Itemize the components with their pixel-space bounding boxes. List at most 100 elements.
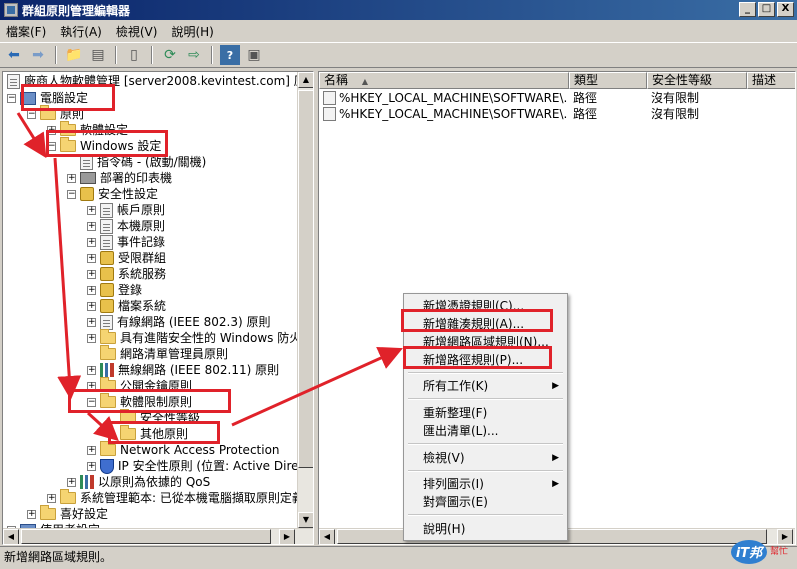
forward-icon[interactable]: ➡ <box>28 45 48 65</box>
expand-icon[interactable]: + <box>27 509 36 519</box>
tree-item-network-list[interactable]: 網路清單管理員原則 <box>87 345 228 362</box>
expand-icon[interactable]: + <box>87 365 96 375</box>
expand-icon[interactable]: + <box>47 125 56 135</box>
svg-text:幫忙: 幫忙 <box>770 545 788 557</box>
expand-icon[interactable]: + <box>87 317 96 327</box>
tree-item-software-settings[interactable]: + 軟體設定 <box>47 121 128 138</box>
tree-item-wired-network[interactable]: + 有線網路 (IEEE 802.3) 原則 <box>87 314 270 330</box>
tree-item-system-services[interactable]: + 系統服務 <box>87 266 166 282</box>
column-header-description[interactable]: 描述 <box>747 72 795 89</box>
column-header-type[interactable]: 類型 <box>569 72 647 89</box>
menu-item-refresh[interactable]: 重新整理(F) <box>406 404 565 422</box>
menu-item-new-path-rule[interactable]: 新增路徑規則(P)... <box>406 351 565 369</box>
menu-item-new-certificate-rule[interactable]: 新增憑證規則(C)... <box>406 297 565 315</box>
expand-icon[interactable]: + <box>87 301 96 311</box>
back-icon[interactable]: ⬅ <box>4 45 24 65</box>
maximize-button[interactable]: □ <box>758 2 775 17</box>
menu-action[interactable]: 執行(A) <box>60 23 102 40</box>
export-list-icon[interactable]: ⇨ <box>184 45 204 65</box>
collapse-icon[interactable]: − <box>67 189 76 199</box>
minimize-button[interactable]: _ <box>739 2 756 17</box>
column-header-security-level[interactable]: 安全性等級 <box>647 72 747 89</box>
tree-item-admin-templates[interactable]: + 系統管理範本: 已從本機電腦擷取原則定義 <box>47 489 304 506</box>
list-row[interactable]: %HKEY_LOCAL_MACHINE\SOFTWARE\... 路徑 沒有限制 <box>319 106 795 122</box>
show-hide-tree-icon[interactable]: ▤ <box>88 45 108 65</box>
console-icon[interactable]: ▣ <box>244 45 264 65</box>
tree-item-scripts[interactable]: 指令碼 - (啟動/關機) <box>67 154 206 170</box>
collapse-icon[interactable]: − <box>47 141 56 151</box>
column-header-name[interactable]: 名稱 ▲ <box>319 72 569 89</box>
menu-item-arrange-icons[interactable]: 排列圖示(I) ▶ <box>406 475 565 493</box>
menu-help[interactable]: 說明(H) <box>171 23 213 40</box>
tree-item-windows-settings[interactable]: − Windows 設定 <box>47 137 161 154</box>
expand-icon[interactable]: + <box>87 237 96 247</box>
folder-icon <box>120 409 136 424</box>
tree-item-qos[interactable]: + 以原則為依據的 QoS <box>67 474 210 490</box>
tree-item-additional-rules[interactable]: 其他原則 <box>107 425 189 442</box>
expand-icon[interactable]: + <box>87 285 96 295</box>
expand-icon[interactable]: + <box>87 381 96 391</box>
scroll-thumb[interactable] <box>21 529 271 544</box>
expand-icon[interactable]: + <box>87 461 96 471</box>
tree-item-preferences[interactable]: + 喜好設定 <box>27 505 108 522</box>
tree-item-account-policies[interactable]: + 帳戶原則 <box>87 202 165 218</box>
tree-item-event-log[interactable]: + 事件記錄 <box>87 234 165 250</box>
folder-icon <box>40 105 56 120</box>
expand-icon[interactable]: + <box>87 269 96 279</box>
tree-item-nap[interactable]: + Network Access Protection <box>87 441 280 458</box>
scroll-right-icon[interactable]: ▶ <box>279 529 295 544</box>
tree-item-security-levels[interactable]: 安全性等級 <box>107 409 200 426</box>
menu-view[interactable]: 檢視(V) <box>116 23 158 40</box>
app-icon <box>4 3 18 17</box>
collapse-icon[interactable]: − <box>27 109 36 119</box>
expand-icon[interactable]: + <box>47 493 56 503</box>
tree-item-software-restriction[interactable]: − 軟體限制原則 <box>87 393 192 410</box>
menu-item-line-up-icons[interactable]: 對齊圖示(E) <box>406 493 565 511</box>
collapse-icon[interactable]: − <box>87 397 96 407</box>
tree-item-computer-config[interactable]: − 電腦設定 <box>7 90 88 106</box>
tree-item-firewall[interactable]: + 具有進階安全性的 Windows 防火牆 <box>87 329 313 346</box>
expand-icon[interactable]: + <box>87 253 96 263</box>
refresh-icon[interactable]: ⟳ <box>160 45 180 65</box>
help-icon[interactable]: ? <box>220 45 240 65</box>
menu-item-view[interactable]: 檢視(V) ▶ <box>406 449 565 467</box>
expand-icon[interactable]: + <box>87 221 96 231</box>
menu-item-export-list[interactable]: 匯出清單(L)... <box>406 422 565 440</box>
list-cell-level: 沒有限制 <box>651 91 700 105</box>
menu-item-help[interactable]: 說明(H) <box>406 520 565 538</box>
tree-item-printers[interactable]: + 部署的印表機 <box>67 170 172 186</box>
up-folder-icon[interactable]: 📁 <box>64 45 84 65</box>
expand-icon[interactable]: + <box>87 205 96 215</box>
scroll-up-icon[interactable]: ▲ <box>298 72 313 88</box>
tree-item-security-settings[interactable]: − 安全性設定 <box>67 186 158 202</box>
tree-pane[interactable]: 廠商人物軟體管理 [server2008.kevintest.com] 原則 −… <box>2 71 314 545</box>
tree-item-registry[interactable]: + 登錄 <box>87 282 142 298</box>
tree-item-wireless-network[interactable]: + 無線網路 (IEEE 802.11) 原則 <box>87 362 279 378</box>
scroll-left-icon[interactable]: ◀ <box>3 529 19 544</box>
scroll-down-icon[interactable]: ▼ <box>298 512 313 528</box>
list-row[interactable]: %HKEY_LOCAL_MACHINE\SOFTWARE\... 路徑 沒有限制 <box>319 90 795 106</box>
tree-item-file-system[interactable]: + 檔案系統 <box>87 298 166 314</box>
tree-item-public-key[interactable]: + 公開金鑰原則 <box>87 377 192 394</box>
folder-icon <box>100 393 116 408</box>
expand-icon[interactable]: + <box>67 173 76 183</box>
close-button[interactable]: X <box>777 2 794 17</box>
scroll-thumb[interactable] <box>298 90 313 468</box>
tree-root[interactable]: 廠商人物軟體管理 [server2008.kevintest.com] 原則 <box>7 73 313 89</box>
tree-item-policies[interactable]: − 原則 <box>27 105 84 122</box>
collapse-icon[interactable]: − <box>7 93 16 103</box>
scroll-left-icon[interactable]: ◀ <box>319 529 335 544</box>
tree-item-ipsec[interactable]: + IP 安全性原則 (位置: Active Directo <box>87 458 313 474</box>
menu-file[interactable]: 檔案(F) <box>6 23 46 40</box>
tree-horizontal-scrollbar[interactable]: ◀ ▶ <box>3 528 313 544</box>
expand-icon[interactable]: + <box>87 333 96 343</box>
menu-item-new-hash-rule[interactable]: 新增雜湊規則(A)... <box>406 315 565 333</box>
expand-icon[interactable]: + <box>87 445 96 455</box>
menu-item-all-tasks[interactable]: 所有工作(K) ▶ <box>406 377 565 395</box>
tree-item-restricted-groups[interactable]: + 受限群組 <box>87 250 166 266</box>
tree-item-local-policies[interactable]: + 本機原則 <box>87 218 165 234</box>
properties-icon[interactable]: ▯ <box>124 45 144 65</box>
tree-vertical-scrollbar[interactable]: ▲ ▼ <box>297 72 313 528</box>
expand-icon[interactable]: + <box>67 477 76 487</box>
menu-item-new-zone-rule[interactable]: 新增網路區域規則(N)... <box>406 333 565 351</box>
